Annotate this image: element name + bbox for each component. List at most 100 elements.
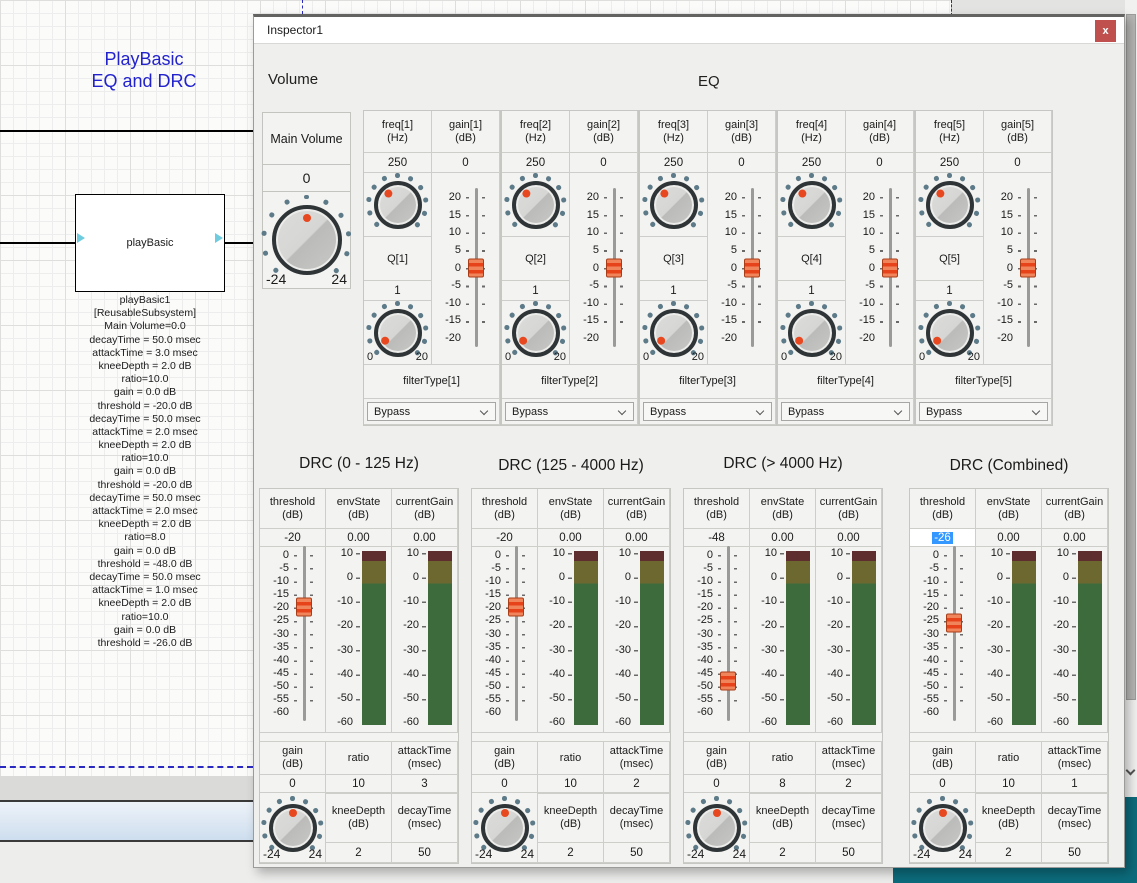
drc3-threshold-value[interactable]: -48 bbox=[684, 529, 750, 547]
drc1-ratio-value[interactable]: 10 bbox=[326, 775, 392, 793]
eq5-gain-slider[interactable]: 20151050-5-10-15-20 bbox=[984, 173, 1052, 365]
drc1-kneedepth-value[interactable]: 2 bbox=[326, 843, 392, 863]
caption-line: playBasic1 bbox=[18, 294, 272, 307]
eq5-gain-value[interactable]: 0 bbox=[984, 153, 1052, 173]
drc2-threshold-slider-handle[interactable] bbox=[508, 598, 524, 617]
drc4-gain-knob-cell: -24 24 bbox=[910, 793, 976, 863]
signal-wire-in[interactable] bbox=[0, 242, 75, 244]
eq5-freq-knob[interactable] bbox=[918, 174, 982, 236]
drc4-attacktime-value[interactable]: 1 bbox=[1042, 775, 1108, 793]
slider-track[interactable] bbox=[515, 546, 518, 721]
eq1-gain-value[interactable]: 0 bbox=[432, 153, 500, 173]
unit: (dB) bbox=[772, 509, 793, 522]
eq3-gain-value[interactable]: 0 bbox=[708, 153, 776, 173]
unit: (dB) bbox=[282, 758, 303, 771]
eq4-q-value[interactable]: 1 bbox=[778, 281, 846, 301]
eq1-filtertype-dropdown[interactable]: Bypass bbox=[367, 402, 496, 421]
drc3-currentgain-header: currentGain(dB) bbox=[816, 489, 882, 529]
eq1-gain-slider[interactable]: 20151050-5-10-15-20 bbox=[432, 173, 500, 365]
drc3-threshold-slider[interactable]: 0-5-10-15-20-25-30-35-40-45-50-55-60 bbox=[684, 547, 750, 733]
knob-tick bbox=[969, 820, 974, 825]
drc1-decaytime-value[interactable]: 50 bbox=[392, 843, 458, 863]
playbasic-block[interactable]: playBasic bbox=[75, 194, 225, 292]
gain-name: gain[5] bbox=[1001, 119, 1034, 132]
knob-tick bbox=[642, 325, 647, 330]
drc3-decaytime-value[interactable]: 50 bbox=[816, 843, 882, 863]
sl-label: 0 bbox=[1063, 571, 1069, 583]
drc2-attacktime-value[interactable]: 2 bbox=[604, 775, 670, 793]
vertical-scrollbar[interactable] bbox=[1125, 0, 1137, 883]
eq2-freq-value[interactable]: 250 bbox=[502, 153, 570, 173]
eq2-gain-slider-handle[interactable] bbox=[606, 258, 622, 277]
eq4-gain-slider[interactable]: 20151050-5-10-15-20 bbox=[846, 173, 914, 365]
eq3-gain-slider[interactable]: 20151050-5-10-15-20 bbox=[708, 173, 776, 365]
eq1-q-value[interactable]: 1 bbox=[364, 281, 432, 301]
drc4-threshold-slider-handle[interactable] bbox=[946, 614, 962, 633]
drc3-threshold-slider-handle[interactable] bbox=[720, 671, 736, 690]
drc4-threshold-slider[interactable]: 0-5-10-15-20-25-30-35-40-45-50-55-60 bbox=[910, 547, 976, 733]
drc-panel-4: threshold(dB) envState(dB) currentGain(d… bbox=[909, 488, 1109, 864]
slider-track[interactable] bbox=[727, 546, 730, 721]
drc2-kneedepth-value[interactable]: 2 bbox=[538, 843, 604, 863]
eq2-gain-value[interactable]: 0 bbox=[570, 153, 638, 173]
close-button[interactable]: x bbox=[1095, 20, 1116, 42]
slider-track[interactable] bbox=[303, 546, 306, 721]
eq4-freq-knob[interactable] bbox=[780, 174, 844, 236]
eq2-q-value[interactable]: 1 bbox=[502, 281, 570, 301]
drc4-threshold-edit-field[interactable]: -26 bbox=[910, 529, 976, 547]
eq3-freq-value[interactable]: 250 bbox=[640, 153, 708, 173]
drc-panel-2: threshold(dB) envState(dB) currentGain(d… bbox=[471, 488, 671, 864]
drc3-ratio-value[interactable]: 8 bbox=[750, 775, 816, 793]
drc2-decaytime-value[interactable]: 50 bbox=[604, 843, 670, 863]
scrollbar-thumb[interactable] bbox=[1126, 14, 1136, 700]
eq3-q-value[interactable]: 1 bbox=[640, 281, 708, 301]
eq5-q-value[interactable]: 1 bbox=[916, 281, 984, 301]
drc2-gain-knob-cell: -24 24 bbox=[472, 793, 538, 863]
eq4-freq-value[interactable]: 250 bbox=[778, 153, 846, 173]
drc4-ratio-value[interactable]: 10 bbox=[976, 775, 1042, 793]
chevron-down-icon[interactable] bbox=[1126, 766, 1136, 776]
signal-wire-top[interactable] bbox=[0, 130, 253, 132]
drc1-threshold-slider-handle[interactable] bbox=[296, 598, 312, 617]
knob-min-label: -24 bbox=[263, 847, 280, 861]
drc1-threshold-slider[interactable]: 0-5-10-15-20-25-30-35-40-45-50-55-60 bbox=[260, 547, 326, 733]
drc1-threshold-value[interactable]: -20 bbox=[260, 529, 326, 547]
drc1-gain-value[interactable]: 0 bbox=[260, 775, 326, 793]
drc2-threshold-value[interactable]: -20 bbox=[472, 529, 538, 547]
drc4-gain-value[interactable]: 0 bbox=[910, 775, 976, 793]
drc4-decaytime-value[interactable]: 50 bbox=[1042, 843, 1108, 863]
eq2-freq-knob[interactable] bbox=[504, 174, 568, 236]
eq3-freq-knob[interactable] bbox=[642, 174, 706, 236]
knob-tick bbox=[512, 222, 518, 228]
eq1-gain-slider-handle[interactable] bbox=[468, 258, 484, 277]
eq4-gain-value[interactable]: 0 bbox=[846, 153, 914, 173]
drc3-gain-value[interactable]: 0 bbox=[684, 775, 750, 793]
eq4-filtertype-dropdown[interactable]: Bypass bbox=[781, 402, 910, 421]
drc2-threshold-slider[interactable]: 0-5-10-15-20-25-30-35-40-45-50-55-60 bbox=[472, 547, 538, 733]
knob-tick bbox=[546, 304, 552, 310]
signal-wire-out[interactable] bbox=[225, 242, 253, 244]
drc1-attacktime-value[interactable]: 3 bbox=[392, 775, 458, 793]
eq4-gain-slider-handle[interactable] bbox=[882, 258, 898, 277]
eq2-gain-slider[interactable]: 20151050-5-10-15-20 bbox=[570, 173, 638, 365]
sl-label: -40 bbox=[827, 668, 843, 680]
sl-label: -50 bbox=[923, 680, 939, 692]
eq3-filtertype-dropdown[interactable]: Bypass bbox=[643, 402, 772, 421]
eq2-filtertype-dropdown[interactable]: Bypass bbox=[505, 402, 634, 421]
eq3-gain-slider-handle[interactable] bbox=[744, 258, 760, 277]
drc2-gain-value[interactable]: 0 bbox=[472, 775, 538, 793]
main-volume-value[interactable]: 0 bbox=[263, 165, 350, 192]
eq5-freq-value[interactable]: 250 bbox=[916, 153, 984, 173]
eq1-freq-value[interactable]: 250 bbox=[364, 153, 432, 173]
eq5-gain-slider-handle[interactable] bbox=[1020, 258, 1036, 277]
drc3-attacktime-value[interactable]: 2 bbox=[816, 775, 882, 793]
drc2-ratio-value[interactable]: 10 bbox=[538, 775, 604, 793]
eq5-filtertype-dropdown[interactable]: Bypass bbox=[919, 402, 1048, 421]
eq4-freq-knob-cell bbox=[778, 173, 846, 237]
drc4-kneedepth-value[interactable]: 2 bbox=[976, 843, 1042, 863]
drc3-kneedepth-value[interactable]: 2 bbox=[750, 843, 816, 863]
eq1-freq-knob[interactable] bbox=[366, 174, 430, 236]
sl-label: -60 bbox=[761, 716, 777, 728]
slider-track[interactable] bbox=[953, 546, 956, 721]
dialog-titlebar[interactable]: Inspector1 x bbox=[254, 17, 1124, 44]
